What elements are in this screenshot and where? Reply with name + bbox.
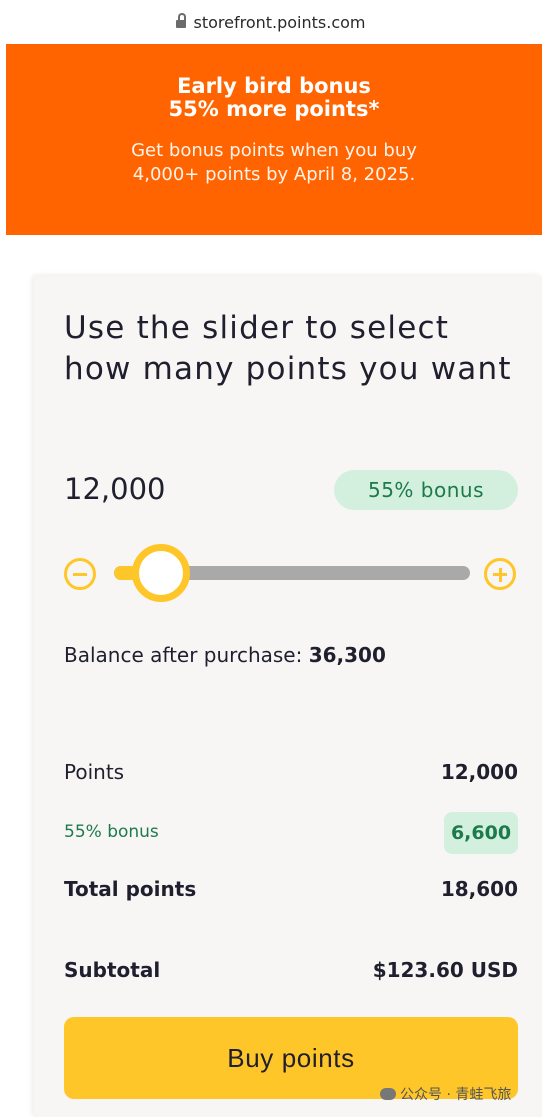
points-value: 12,000 bbox=[440, 760, 518, 784]
balance-after-purchase: Balance after purchase: 36,300 bbox=[64, 643, 386, 667]
subtotal-value: $123.60 USD bbox=[372, 958, 518, 982]
address-bar[interactable]: storefront.points.com bbox=[0, 0, 542, 44]
banner-title: Early bird bonus 55% more points* bbox=[6, 75, 542, 121]
watermark-text: 公众号 · 青蛙飞旅 bbox=[400, 1087, 512, 1103]
wechat-icon bbox=[380, 1088, 396, 1100]
watermark: 公众号 · 青蛙飞旅 bbox=[380, 1084, 511, 1104]
banner-sub-line2: 4,000+ points by April 8, 2025. bbox=[132, 164, 416, 185]
total-points-value: 18,600 bbox=[440, 877, 518, 901]
minus-icon[interactable] bbox=[64, 558, 96, 590]
slider-thumb[interactable] bbox=[131, 544, 190, 602]
selected-amount: 12,000 bbox=[64, 472, 166, 506]
total-points-label: Total points bbox=[64, 877, 197, 901]
bonus-value: 6,600 bbox=[444, 812, 518, 854]
banner-subtitle: Get bonus points when you buy 4,000+ poi… bbox=[6, 139, 542, 187]
banner-title-line2: 55% more points* bbox=[168, 97, 380, 121]
balance-value: 36,300 bbox=[308, 643, 386, 667]
plus-icon[interactable] bbox=[484, 558, 516, 590]
card-title: Use the slider to select how many points… bbox=[64, 310, 512, 387]
banner-sub-line1: Get bonus points when you buy bbox=[131, 140, 417, 161]
promo-banner: Early bird bonus 55% more points* Get bo… bbox=[6, 44, 542, 235]
subtotal-label: Subtotal bbox=[64, 958, 161, 982]
lock-icon bbox=[176, 13, 187, 29]
url-text: storefront.points.com bbox=[193, 12, 366, 32]
banner-title-line1: Early bird bonus bbox=[177, 74, 371, 98]
purchase-card bbox=[34, 276, 542, 1117]
points-label: Points bbox=[64, 760, 125, 784]
balance-label: Balance after purchase: bbox=[64, 643, 303, 667]
bonus-label: 55% bonus bbox=[64, 822, 159, 842]
bonus-badge: 55% bonus bbox=[334, 470, 518, 510]
points-slider bbox=[62, 544, 522, 604]
